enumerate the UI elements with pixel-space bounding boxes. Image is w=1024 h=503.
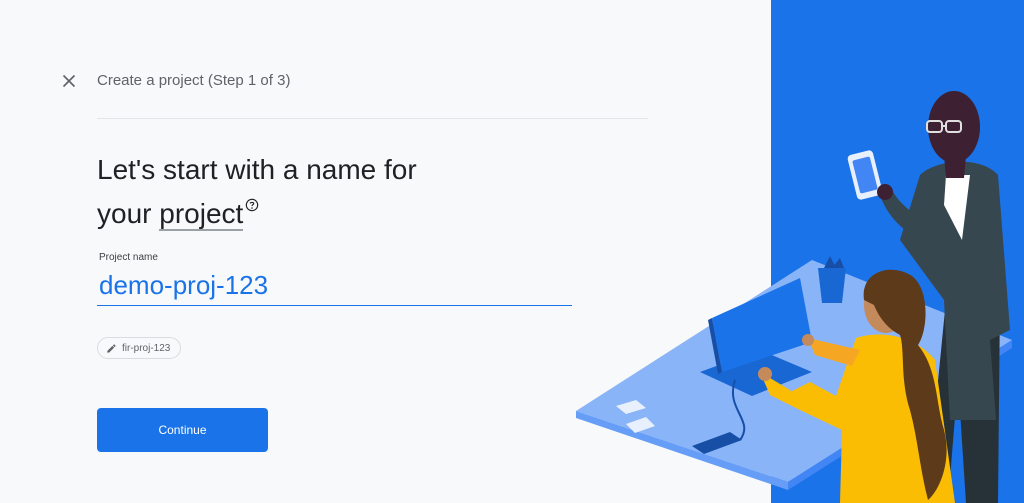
project-name-label: Project name — [99, 252, 158, 263]
continue-button[interactable]: Continue — [97, 408, 268, 452]
heading-line-2: your project — [97, 192, 417, 236]
pencil-icon — [107, 343, 116, 353]
help-circle-icon[interactable] — [245, 198, 259, 212]
project-name-input[interactable] — [97, 266, 572, 306]
step-title: Create a project (Step 1 of 3) — [97, 72, 291, 89]
project-id-text: fir-proj-123 — [122, 342, 171, 354]
heading-line-1: Let's start with a name for — [97, 154, 417, 185]
close-icon — [62, 74, 76, 88]
page-heading: Let's start with a name for your project — [97, 148, 417, 236]
divider — [97, 118, 648, 119]
close-button[interactable] — [58, 70, 80, 92]
form-panel: Create a project (Step 1 of 3) Let's sta… — [0, 0, 771, 503]
project-id-chip[interactable]: fir-proj-123 — [97, 337, 182, 359]
heading-prefix: your — [97, 198, 160, 229]
heading-underlined-word[interactable]: project — [159, 198, 244, 231]
illustration-panel — [771, 0, 1024, 503]
